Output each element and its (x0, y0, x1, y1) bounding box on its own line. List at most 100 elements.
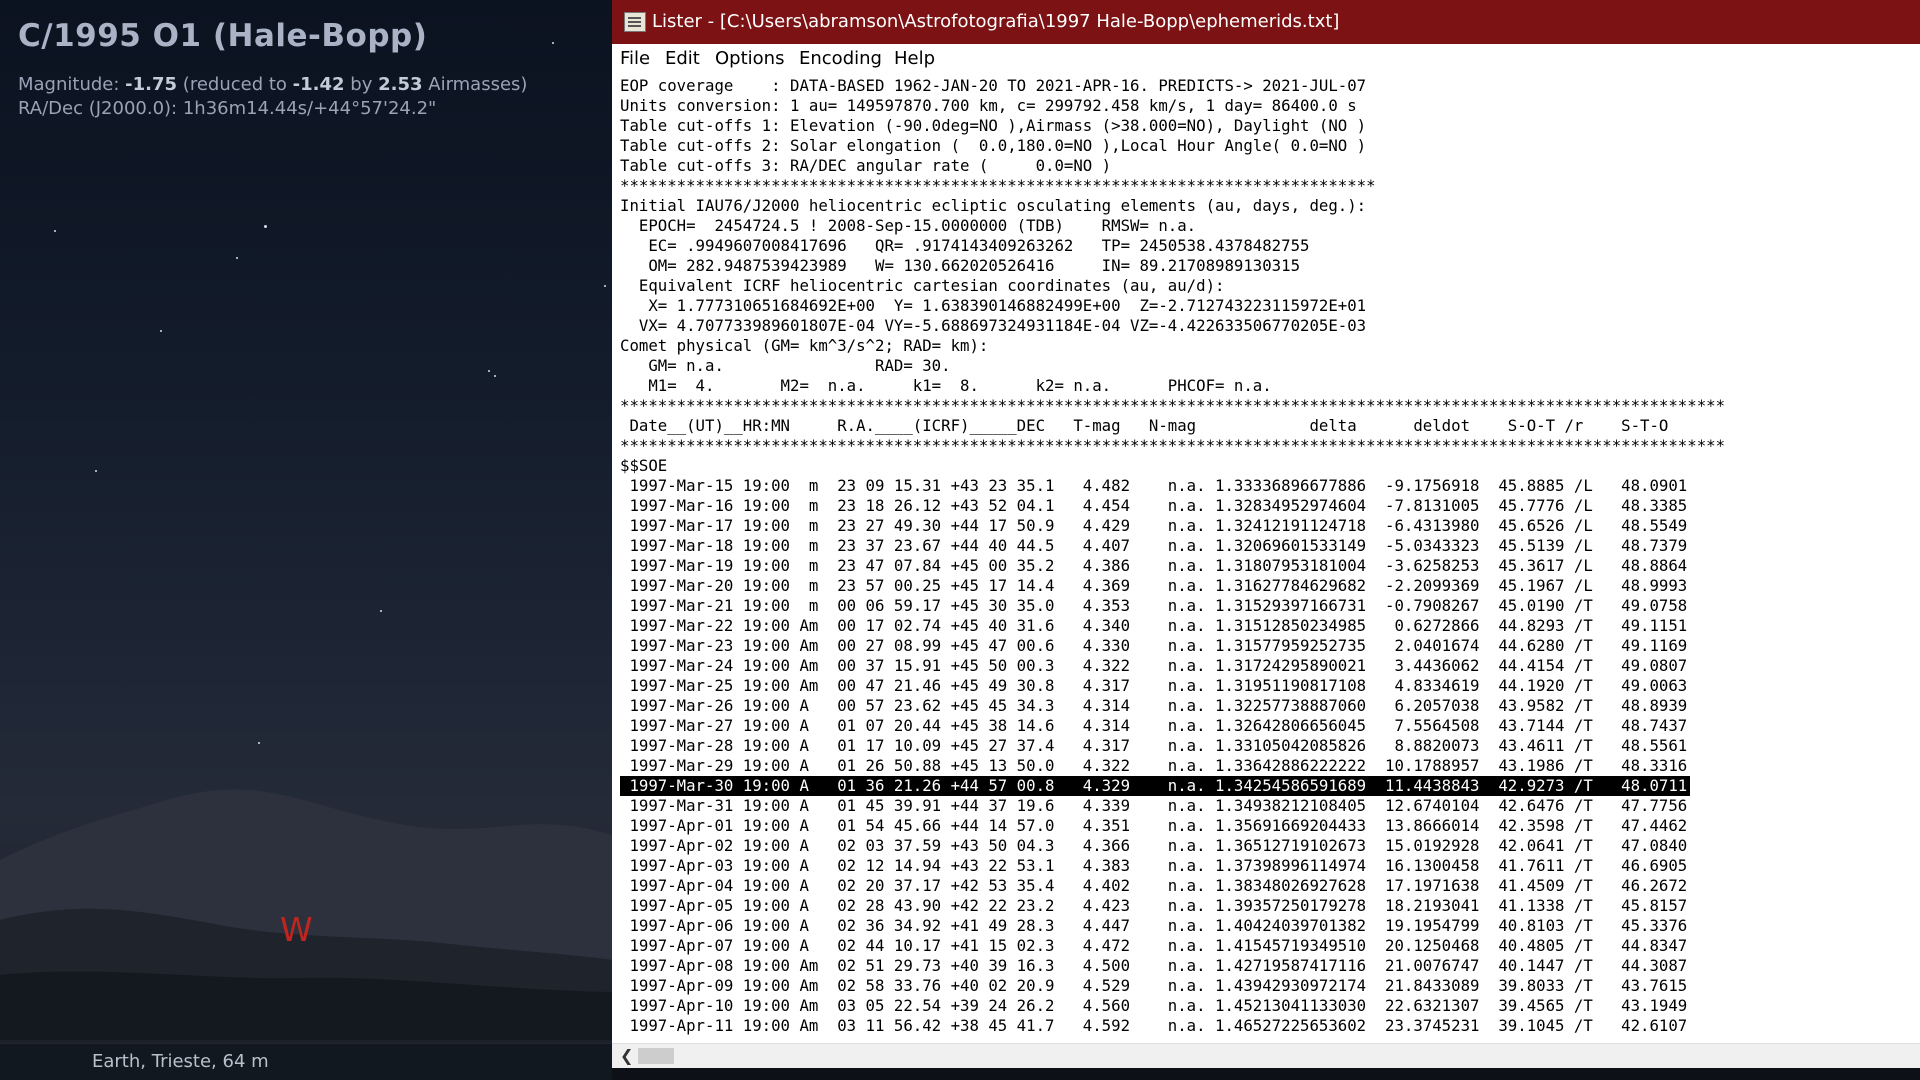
file-line: 1997-Apr-04 19:00 A 02 20 37.17 +42 53 3… (620, 876, 1688, 895)
file-line-row[interactable]: 1997-Apr-05 19:00 A 02 28 43.90 +42 22 2… (620, 896, 1910, 916)
file-line-row[interactable]: EPOCH= 2454724.5 ! 2008-Sep-15.0000000 (… (620, 216, 1910, 236)
magnitude-line: Magnitude: -1.75 (reduced to -1.42 by 2.… (18, 74, 527, 95)
file-line: 1997-Apr-02 19:00 A 02 03 37.59 +43 50 0… (620, 836, 1688, 855)
file-line-row[interactable]: 1997-Mar-26 19:00 A 00 57 23.62 +45 45 3… (620, 696, 1910, 716)
file-line-row[interactable]: 1997-Apr-01 19:00 A 01 54 45.66 +44 14 5… (620, 816, 1910, 836)
file-line-row[interactable]: Units conversion: 1 au= 149597870.700 km… (620, 96, 1910, 116)
star (380, 610, 382, 612)
file-line: Date__(UT)__HR:MN R.A.____(ICRF)_____DEC… (620, 416, 1669, 435)
file-line-row[interactable]: ****************************************… (620, 436, 1910, 456)
file-line: 1997-Mar-18 19:00 m 23 37 23.67 +44 40 4… (620, 536, 1688, 555)
file-line-row[interactable]: 1997-Mar-31 19:00 A 01 45 39.91 +44 37 1… (620, 796, 1910, 816)
file-line-row[interactable]: Initial IAU76/J2000 heliocentric eclipti… (620, 196, 1910, 216)
location-bar[interactable]: Earth, Trieste, 64 m (0, 1043, 612, 1080)
star (604, 285, 606, 287)
magnitude-label: Magnitude: (18, 74, 120, 95)
magnitude-value: -1.75 (125, 74, 178, 95)
file-line-row[interactable]: 1997-Apr-04 19:00 A 02 20 37.17 +42 53 3… (620, 876, 1910, 896)
horizontal-scrollbar[interactable]: ❮ (612, 1043, 1920, 1068)
file-line-row[interactable]: 1997-Mar-25 19:00 Am 00 47 21.46 +45 49 … (620, 676, 1910, 696)
file-line-row[interactable]: M1= 4. M2= n.a. k1= 8. k2= n.a. PHCOF= n… (620, 376, 1910, 396)
menu-options[interactable]: Options (715, 44, 784, 74)
file-line-row[interactable]: ****************************************… (620, 396, 1910, 416)
file-line: VX= 4.707733989601807E-04 VY=-5.68869732… (620, 316, 1367, 335)
lister-window[interactable]: Lister - [C:\Users\abramson\Astrofotogra… (612, 0, 1920, 1068)
file-line: 1997-Apr-09 19:00 Am 02 58 33.76 +40 02 … (620, 976, 1688, 995)
file-text-area[interactable]: EOP coverage : DATA-BASED 1962-JAN-20 TO… (620, 76, 1910, 1044)
file-line-row[interactable]: 1997-Apr-02 19:00 A 02 03 37.59 +43 50 0… (620, 836, 1910, 856)
star (494, 375, 496, 377)
file-line-row[interactable]: Table cut-offs 1: Elevation (-90.0deg=NO… (620, 116, 1910, 136)
file-line: ****************************************… (620, 436, 1726, 455)
file-line-row[interactable]: 1997-Mar-23 19:00 Am 00 27 08.99 +45 47 … (620, 636, 1910, 656)
file-line: 1997-Apr-01 19:00 A 01 54 45.66 +44 14 5… (620, 816, 1688, 835)
file-line-row[interactable]: 1997-Apr-10 19:00 Am 03 05 22.54 +39 24 … (620, 996, 1910, 1016)
file-line-row[interactable]: 1997-Mar-24 19:00 Am 00 37 15.91 +45 50 … (620, 656, 1910, 676)
file-line: 1997-Mar-27 19:00 A 01 07 20.44 +45 38 1… (620, 716, 1688, 735)
file-line-row[interactable]: 1997-Mar-16 19:00 m 23 18 26.12 +43 52 0… (620, 496, 1910, 516)
file-line-row[interactable]: EC= .9949607008417696 QR= .9174143409263… (620, 236, 1910, 256)
file-line-row[interactable]: 1997-Mar-17 19:00 m 23 27 49.30 +44 17 5… (620, 516, 1910, 536)
file-line: 1997-Mar-17 19:00 m 23 27 49.30 +44 17 5… (620, 516, 1688, 535)
file-line: Comet physical (GM= km^3/s^2; RAD= km): (620, 336, 989, 355)
file-line: 1997-Mar-16 19:00 m 23 18 26.12 +43 52 0… (620, 496, 1688, 515)
sky-view[interactable]: C/1995 O1 (Hale-Bopp) Magnitude: -1.75 (… (0, 0, 612, 1080)
file-line-row[interactable]: 1997-Apr-07 19:00 A 02 44 10.17 +41 15 0… (620, 936, 1910, 956)
file-line-row[interactable]: 1997-Apr-08 19:00 Am 02 51 29.73 +40 39 … (620, 956, 1910, 976)
menu-help[interactable]: Help (894, 44, 935, 74)
scrollbar-thumb[interactable] (638, 1048, 674, 1064)
file-line-row[interactable]: OM= 282.9487539423989 W= 130.66202052641… (620, 256, 1910, 276)
star (258, 742, 260, 744)
file-line-row[interactable]: Table cut-offs 2: Solar elongation ( 0.0… (620, 136, 1910, 156)
file-line-row[interactable]: 1997-Mar-22 19:00 Am 00 17 02.74 +45 40 … (620, 616, 1910, 636)
menu-edit[interactable]: Edit (665, 44, 700, 74)
file-line-row[interactable]: 1997-Mar-21 19:00 m 00 06 59.17 +45 30 3… (620, 596, 1910, 616)
file-line-row[interactable]: 1997-Mar-18 19:00 m 23 37 23.67 +44 40 4… (620, 536, 1910, 556)
file-line-row[interactable]: $$SOE (620, 456, 1910, 476)
file-line-row[interactable]: GM= n.a. RAD= 30. (620, 356, 1910, 376)
file-line: Initial IAU76/J2000 heliocentric eclipti… (620, 196, 1367, 215)
scroll-left-arrow-icon[interactable]: ❮ (620, 1046, 633, 1065)
selected-file-line: 1997-Mar-30 19:00 A 01 36 21.26 +44 57 0… (620, 776, 1691, 796)
file-line: EOP coverage : DATA-BASED 1962-JAN-20 TO… (620, 76, 1367, 95)
file-line-row[interactable]: Equivalent ICRF heliocentric cartesian c… (620, 276, 1910, 296)
file-line-row[interactable]: X= 1.777310651684692E+00 Y= 1.6383901468… (620, 296, 1910, 316)
menu-encoding[interactable]: Encoding (799, 44, 882, 74)
file-line: 1997-Apr-07 19:00 A 02 44 10.17 +41 15 0… (620, 936, 1688, 955)
file-line: 1997-Mar-21 19:00 m 00 06 59.17 +45 30 3… (620, 596, 1688, 615)
file-line: 1997-Mar-25 19:00 Am 00 47 21.46 +45 49 … (620, 676, 1688, 695)
window-title: Lister - [C:\Users\abramson\Astrofotogra… (652, 11, 1340, 32)
file-line: 1997-Apr-10 19:00 Am 03 05 22.54 +39 24 … (620, 996, 1688, 1015)
file-line: OM= 282.9487539423989 W= 130.66202052641… (620, 256, 1301, 275)
file-line-row[interactable]: Comet physical (GM= km^3/s^2; RAD= km): (620, 336, 1910, 356)
file-line-row[interactable]: 1997-Mar-28 19:00 A 01 17 10.09 +45 27 3… (620, 736, 1910, 756)
file-line-row[interactable]: 1997-Mar-27 19:00 A 01 07 20.44 +45 38 1… (620, 716, 1910, 736)
star (264, 225, 267, 228)
magnitude-reduced-text: (reduced to (182, 74, 287, 95)
file-line-row[interactable]: EOP coverage : DATA-BASED 1962-JAN-20 TO… (620, 76, 1910, 96)
file-line-row[interactable]: 1997-Apr-09 19:00 Am 02 58 33.76 +40 02 … (620, 976, 1910, 996)
file-line-row[interactable]: 1997-Apr-03 19:00 A 02 12 14.94 +43 22 5… (620, 856, 1910, 876)
file-line-row[interactable]: 1997-Apr-11 19:00 Am 03 11 56.42 +38 45 … (620, 1016, 1910, 1036)
file-line-row[interactable]: 1997-Apr-06 19:00 A 02 36 34.92 +41 49 2… (620, 916, 1910, 936)
file-line-row[interactable]: Table cut-offs 3: RA/DEC angular rate ( … (620, 156, 1910, 176)
file-line-row[interactable]: 1997-Mar-30 19:00 A 01 36 21.26 +44 57 0… (620, 776, 1910, 796)
file-line: $$SOE (620, 456, 668, 475)
file-line-row[interactable]: ****************************************… (620, 176, 1910, 196)
file-line-row[interactable]: 1997-Mar-29 19:00 A 01 26 50.88 +45 13 5… (620, 756, 1910, 776)
file-line: GM= n.a. RAD= 30. (620, 356, 951, 375)
file-line-row[interactable]: Date__(UT)__HR:MN R.A.____(ICRF)_____DEC… (620, 416, 1910, 436)
lister-app-icon[interactable] (624, 12, 646, 32)
window-titlebar[interactable]: Lister - [C:\Users\abramson\Astrofotogra… (612, 0, 1920, 44)
file-line: 1997-Mar-24 19:00 Am 00 37 15.91 +45 50 … (620, 656, 1688, 675)
file-line: Table cut-offs 3: RA/DEC angular rate ( … (620, 156, 1112, 175)
star (160, 330, 162, 332)
file-line: Table cut-offs 1: Elevation (-90.0deg=NO… (620, 116, 1367, 135)
menu-file[interactable]: File (620, 44, 650, 74)
file-line-row[interactable]: VX= 4.707733989601807E-04 VY=-5.68869732… (620, 316, 1910, 336)
file-line-row[interactable]: 1997-Mar-20 19:00 m 23 57 00.25 +45 17 1… (620, 576, 1910, 596)
file-line-row[interactable]: 1997-Mar-19 19:00 m 23 47 07.84 +45 00 3… (620, 556, 1910, 576)
file-line: 1997-Mar-23 19:00 Am 00 27 08.99 +45 47 … (620, 636, 1688, 655)
file-line-row[interactable]: 1997-Mar-15 19:00 m 23 09 15.31 +43 23 3… (620, 476, 1910, 496)
file-line: 1997-Mar-26 19:00 A 00 57 23.62 +45 45 3… (620, 696, 1688, 715)
